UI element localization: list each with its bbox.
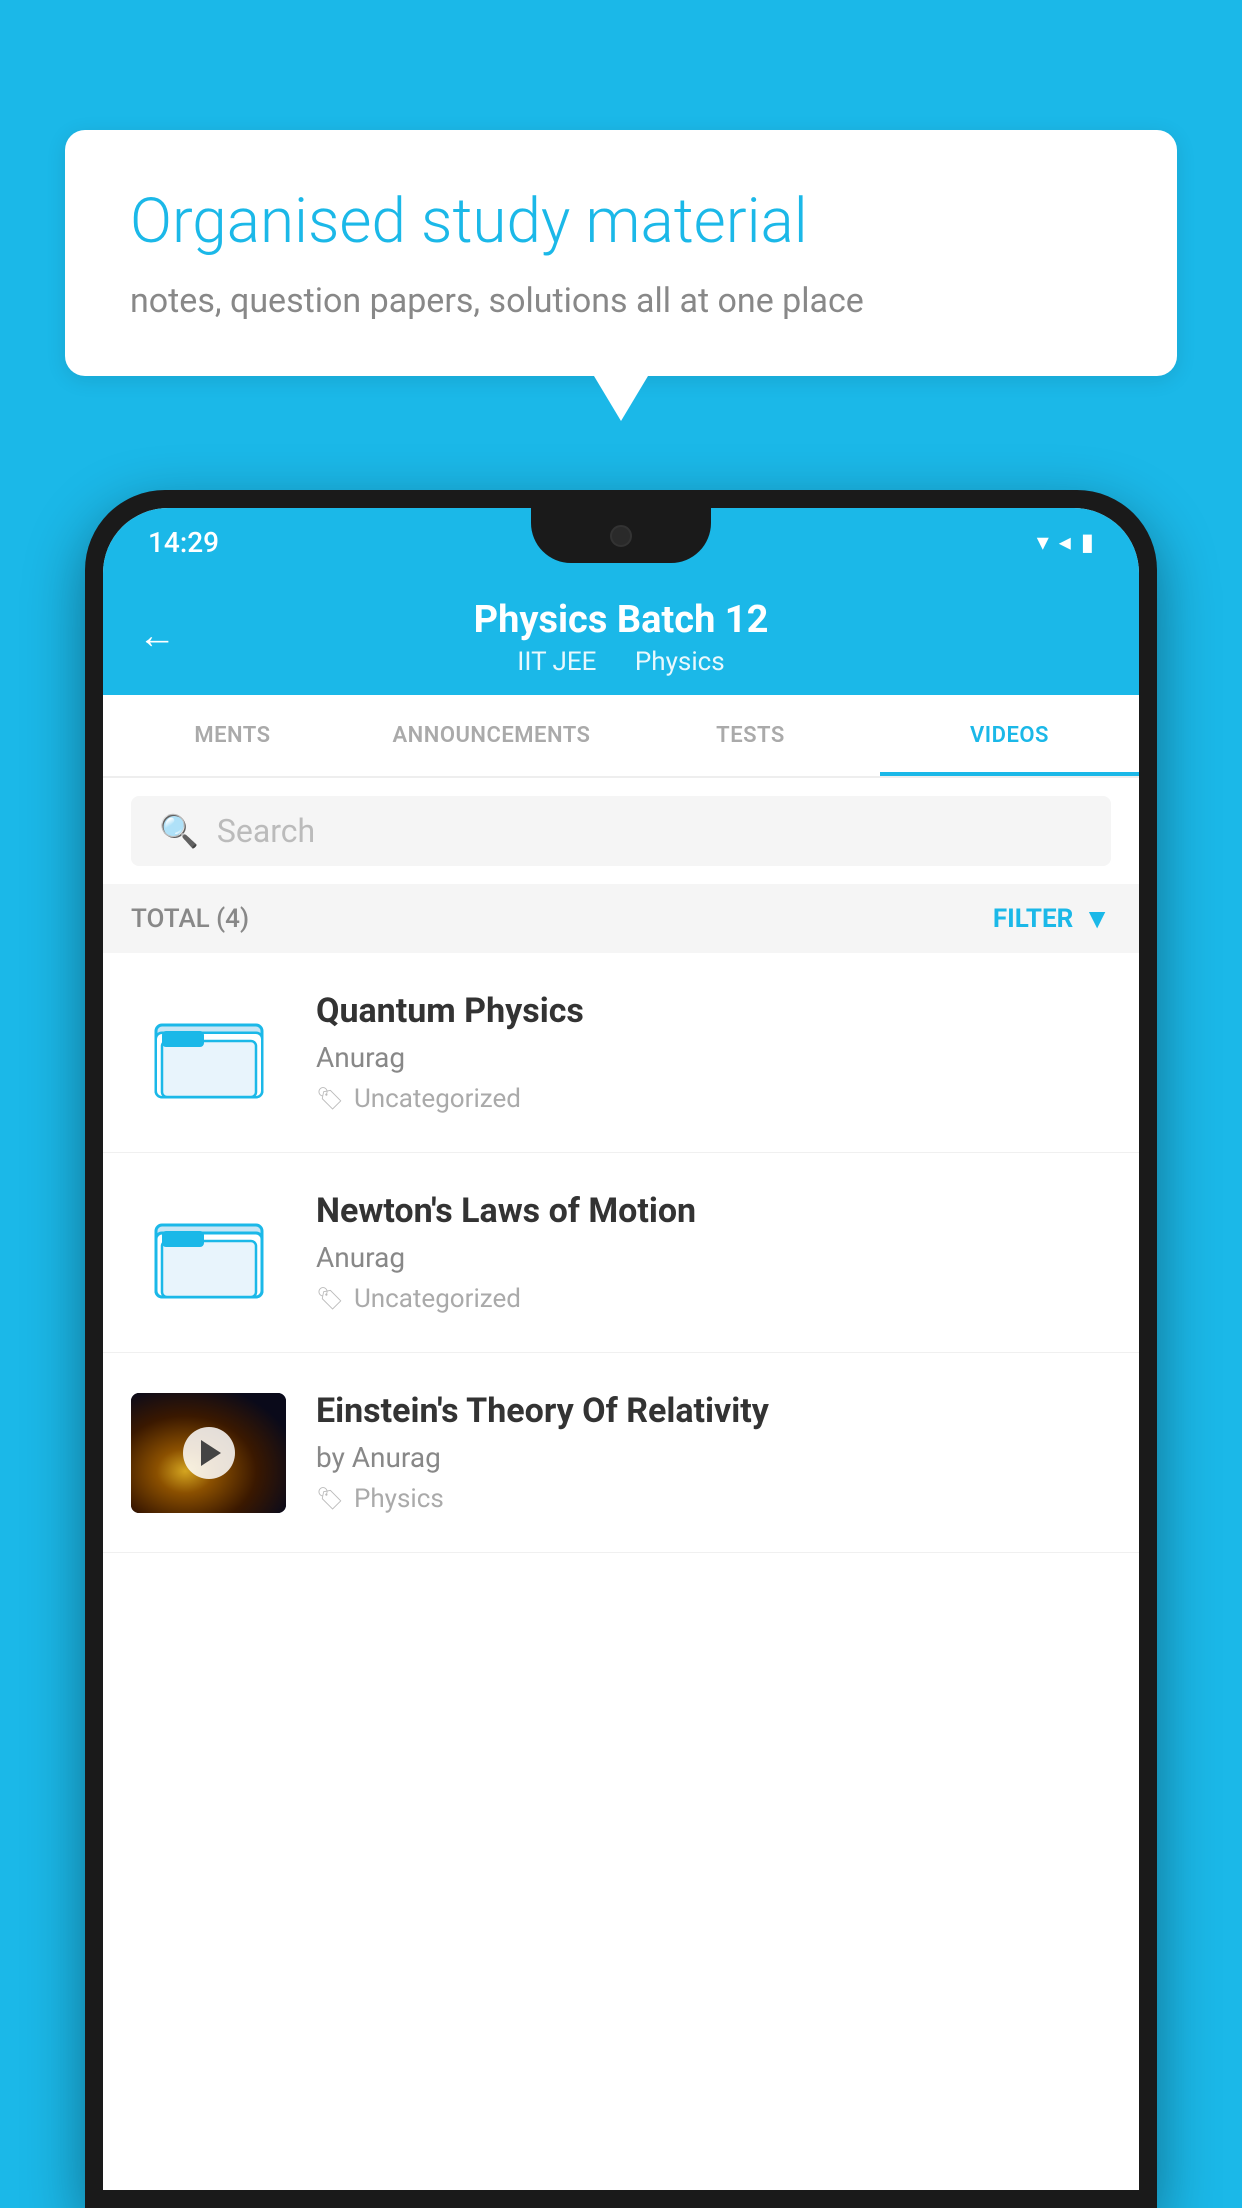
notch <box>531 508 711 563</box>
header-tag2: Physics <box>635 647 725 677</box>
video-tag-3: 🏷 Physics <box>316 1484 1111 1514</box>
phone-frame: 14:29 ▾ ◂ ▮ ← Physics Batch 12 IIT JEE P… <box>85 490 1157 2208</box>
total-count: TOTAL (4) <box>131 904 249 934</box>
video-thumbnail-1 <box>131 993 286 1113</box>
tab-ments[interactable]: MENTS <box>103 695 362 776</box>
phone-inner: 14:29 ▾ ◂ ▮ ← Physics Batch 12 IIT JEE P… <box>103 508 1139 2190</box>
filter-label: FILTER <box>993 904 1073 934</box>
tab-announcements[interactable]: ANNOUNCEMENTS <box>362 695 621 776</box>
video-author-2: Anurag <box>316 1241 1111 1274</box>
filter-button[interactable]: FILTER ▼ <box>993 902 1111 935</box>
back-button[interactable]: ← <box>138 614 176 658</box>
header-subtitle: IIT JEE Physics <box>143 647 1099 677</box>
bubble-subtitle: notes, question papers, solutions all at… <box>130 281 1112 321</box>
video-info-1: Quantum Physics Anurag 🏷 Uncategorized <box>316 991 1111 1114</box>
tag-label-1: Uncategorized <box>354 1084 521 1114</box>
status-time: 14:29 <box>148 526 219 559</box>
video-list: Quantum Physics Anurag 🏷 Uncategorized <box>103 953 1139 2190</box>
tab-tests[interactable]: TESTS <box>621 695 880 776</box>
battery-icon: ▮ <box>1081 528 1094 556</box>
header-title: Physics Batch 12 <box>143 598 1099 642</box>
tag-label-3: Physics <box>354 1484 444 1514</box>
bubble-title: Organised study material <box>130 185 1112 259</box>
app-header: ← Physics Batch 12 IIT JEE Physics <box>103 576 1139 695</box>
tag-label-2: Uncategorized <box>354 1284 521 1314</box>
filter-icon: ▼ <box>1083 902 1111 935</box>
tag-icon-1: 🏷 <box>316 1087 344 1112</box>
video-tag-1: 🏷 Uncategorized <box>316 1084 1111 1114</box>
list-item[interactable]: Quantum Physics Anurag 🏷 Uncategorized <box>103 953 1139 1153</box>
speech-bubble: Organised study material notes, question… <box>65 130 1177 376</box>
signal-icon: ◂ <box>1059 528 1071 556</box>
video-title-3: Einstein's Theory Of Relativity <box>316 1391 1111 1431</box>
camera-dot <box>610 525 632 547</box>
wifi-icon: ▾ <box>1037 528 1049 556</box>
video-title-2: Newton's Laws of Motion <box>316 1191 1111 1231</box>
video-info-3: Einstein's Theory Of Relativity by Anura… <box>316 1391 1111 1514</box>
video-thumbnail-2 <box>131 1193 286 1313</box>
folder-icon <box>154 1003 264 1103</box>
video-tag-2: 🏷 Uncategorized <box>316 1284 1111 1314</box>
filter-bar: TOTAL (4) FILTER ▼ <box>103 884 1139 953</box>
tag-icon-3: 🏷 <box>316 1487 344 1512</box>
video-author-3: by Anurag <box>316 1441 1111 1474</box>
play-button[interactable] <box>183 1427 235 1479</box>
video-info-2: Newton's Laws of Motion Anurag 🏷 Uncateg… <box>316 1191 1111 1314</box>
search-placeholder: Search <box>217 812 315 850</box>
speech-bubble-container: Organised study material notes, question… <box>65 130 1177 376</box>
status-bar: 14:29 ▾ ◂ ▮ <box>103 508 1139 576</box>
folder-icon-2 <box>154 1203 264 1303</box>
list-item[interactable]: Newton's Laws of Motion Anurag 🏷 Uncateg… <box>103 1153 1139 1353</box>
search-icon: 🔍 <box>159 812 199 850</box>
video-thumbnail-3 <box>131 1393 286 1513</box>
tab-videos[interactable]: VIDEOS <box>880 695 1139 776</box>
header-tag1: IIT JEE <box>517 647 596 677</box>
list-item[interactable]: Einstein's Theory Of Relativity by Anura… <box>103 1353 1139 1553</box>
search-bar[interactable]: 🔍 Search <box>131 796 1111 866</box>
video-title-1: Quantum Physics <box>316 991 1111 1031</box>
tag-icon-2: 🏷 <box>316 1287 344 1312</box>
tabs-bar: MENTS ANNOUNCEMENTS TESTS VIDEOS <box>103 695 1139 778</box>
status-icons: ▾ ◂ ▮ <box>1037 528 1094 556</box>
video-author-1: Anurag <box>316 1041 1111 1074</box>
search-container: 🔍 Search <box>103 778 1139 884</box>
